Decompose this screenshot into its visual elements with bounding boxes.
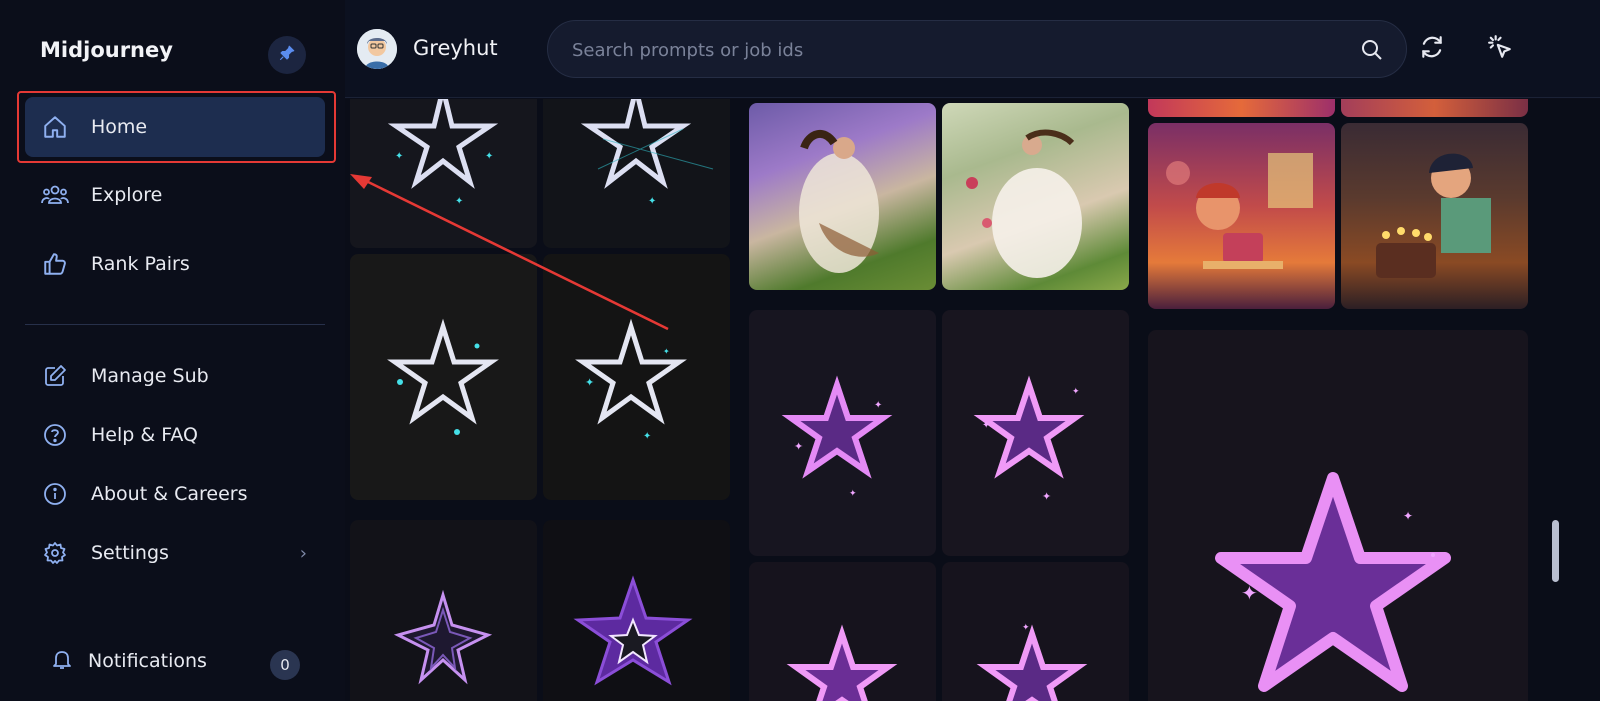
svg-text:✦: ✦ xyxy=(1022,623,1030,633)
svg-text:✦: ✦ xyxy=(1042,490,1051,503)
scrollbar-thumb[interactable] xyxy=(1552,520,1559,582)
info-icon xyxy=(41,480,69,508)
refresh-icon xyxy=(1419,34,1445,64)
cursor-mode-button[interactable] xyxy=(1484,33,1516,65)
search-icon[interactable] xyxy=(1360,38,1384,66)
gallery-image-star-outline[interactable]: ✦ xyxy=(543,99,730,248)
svg-text:✦: ✦ xyxy=(663,347,670,356)
gallery-image-pink-star-large[interactable]: ✦ ✦ xyxy=(1148,330,1528,701)
svg-text:✦: ✦ xyxy=(648,196,656,207)
gallery-image-pink-star[interactable]: ✦ ✦ ✦ xyxy=(749,310,936,556)
gallery-image-party-scene[interactable] xyxy=(1341,99,1528,117)
search-input[interactable] xyxy=(572,36,1332,64)
gallery-image-pink-star[interactable] xyxy=(749,562,936,701)
gallery-image-party-scene[interactable] xyxy=(1148,99,1335,117)
svg-text:✦: ✦ xyxy=(485,151,493,162)
bell-icon xyxy=(50,647,74,675)
top-header: Greyhut xyxy=(345,0,1600,98)
svg-text:✦: ✦ xyxy=(1403,509,1413,523)
gallery-image-woman-dancing[interactable] xyxy=(749,103,936,290)
sidebar-item-about[interactable]: About & Careers xyxy=(25,464,325,524)
chevron-right-icon: › xyxy=(299,542,307,564)
search-bar xyxy=(547,20,1407,78)
svg-text:✦: ✦ xyxy=(455,196,463,207)
gallery-image-woman-dancing[interactable] xyxy=(942,103,1129,290)
sidebar-item-rank-pairs[interactable]: Rank Pairs xyxy=(25,234,325,294)
sidebar-item-label: About & Careers xyxy=(91,483,248,505)
pin-icon xyxy=(278,44,296,66)
gallery-image-star-outline[interactable] xyxy=(350,254,537,500)
sidebar: Midjourney Home Explore Rank Pairs Manag… xyxy=(0,0,345,701)
svg-text:✦: ✦ xyxy=(982,420,990,431)
avatar[interactable] xyxy=(357,29,397,69)
notifications-count-badge: 0 xyxy=(270,650,300,680)
sidebar-item-help[interactable]: Help & FAQ xyxy=(25,405,325,465)
username: Greyhut xyxy=(413,36,498,60)
sidebar-item-settings[interactable]: Settings › xyxy=(25,523,325,583)
svg-text:✦: ✦ xyxy=(395,151,403,162)
sidebar-item-label: Manage Sub xyxy=(91,365,209,387)
gallery-image-purple-star[interactable] xyxy=(350,520,537,701)
gallery-image-pink-star[interactable]: ✦ xyxy=(942,562,1129,701)
notifications-label: Notifications xyxy=(88,650,207,672)
cursor-click-icon xyxy=(1487,34,1513,64)
gallery-image-birthday-cake[interactable] xyxy=(1341,123,1528,309)
people-icon xyxy=(41,181,69,209)
thumbs-up-icon xyxy=(41,250,69,278)
image-gallery: ✦ ✦ ✦ ✦ ✦ ✦ ✦ ✦ ✦ ✦ ✦ ✦ ✦ ✦ ✦ ✦ xyxy=(345,99,1600,701)
gear-icon xyxy=(41,539,69,567)
edit-icon xyxy=(41,362,69,390)
gallery-image-purple-star[interactable] xyxy=(543,520,730,701)
svg-text:✦: ✦ xyxy=(794,440,803,453)
brand-title: Midjourney xyxy=(40,38,173,62)
help-icon xyxy=(41,421,69,449)
app-window: Midjourney Home Explore Rank Pairs Manag… xyxy=(0,0,1600,701)
sidebar-item-explore[interactable]: Explore xyxy=(25,165,325,225)
gallery-image-star-outline[interactable]: ✦ ✦ ✦ xyxy=(543,254,730,500)
pin-sidebar-button[interactable] xyxy=(268,36,306,74)
sidebar-item-label: Explore xyxy=(91,184,163,206)
annotation-highlight-box xyxy=(17,91,336,163)
sidebar-item-label: Rank Pairs xyxy=(91,253,190,275)
sidebar-divider xyxy=(25,324,325,325)
svg-text:✦: ✦ xyxy=(643,431,651,442)
svg-text:✦: ✦ xyxy=(1241,581,1258,605)
sidebar-item-manage-sub[interactable]: Manage Sub xyxy=(25,346,325,406)
svg-text:✦: ✦ xyxy=(849,489,857,499)
svg-text:✦: ✦ xyxy=(874,400,882,411)
gallery-image-pink-star[interactable]: ✦ ✦ ✦ xyxy=(942,310,1129,556)
svg-text:✦: ✦ xyxy=(585,376,594,389)
sidebar-item-label: Settings xyxy=(91,542,169,564)
refresh-button[interactable] xyxy=(1416,33,1448,65)
notifications-button[interactable]: Notifications xyxy=(50,647,207,675)
sidebar-item-label: Help & FAQ xyxy=(91,424,199,446)
gallery-image-star-outline[interactable]: ✦ ✦ ✦ xyxy=(350,99,537,248)
gallery-image-birthday-cake[interactable] xyxy=(1148,123,1335,309)
svg-text:✦: ✦ xyxy=(1072,387,1080,397)
